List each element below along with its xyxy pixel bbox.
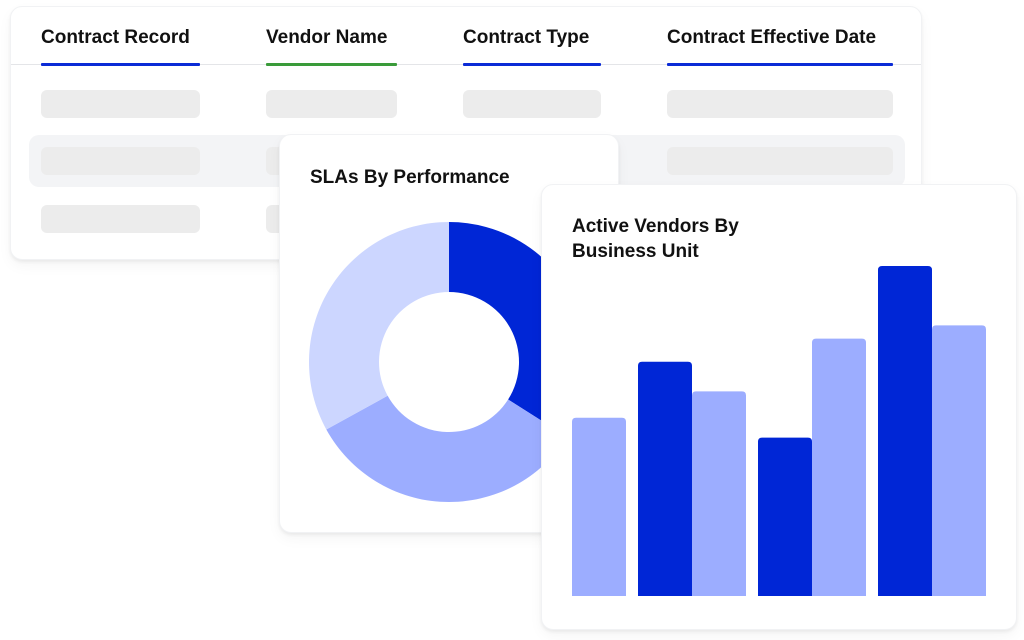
bar-4[interactable] — [758, 437, 812, 596]
cell-placeholder — [463, 90, 601, 118]
cell-placeholder — [41, 147, 200, 175]
cell-placeholder — [667, 90, 893, 118]
column-header-contract-effective-date[interactable]: Contract Effective Date — [667, 27, 876, 49]
bar-5[interactable] — [812, 338, 866, 596]
column-header-vendor-name[interactable]: Vendor Name — [266, 27, 387, 49]
bar-1[interactable] — [572, 417, 626, 596]
bar-3[interactable] — [692, 391, 746, 596]
donut-slice-3[interactable] — [309, 222, 449, 430]
bar-6[interactable] — [878, 266, 932, 596]
column-header-contract-record[interactable]: Contract Record — [41, 27, 190, 49]
cell-placeholder — [667, 147, 893, 175]
bar-7[interactable] — [932, 325, 986, 596]
cell-placeholder — [41, 205, 200, 233]
column-underline — [667, 63, 893, 66]
cell-placeholder — [41, 90, 200, 118]
column-underline — [266, 63, 397, 66]
cell-placeholder — [266, 90, 397, 118]
column-header-contract-type[interactable]: Contract Type — [463, 27, 589, 49]
bar-2[interactable] — [638, 361, 692, 596]
column-underline — [41, 63, 200, 66]
bar-chart — [572, 266, 986, 596]
column-underline — [463, 63, 601, 66]
active-vendors-card: Active Vendors By Business Unit — [541, 184, 1017, 630]
